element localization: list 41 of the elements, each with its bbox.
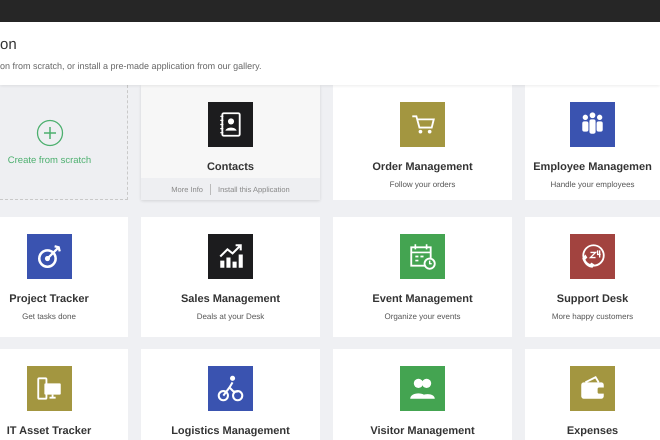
create-label: Create from scratch xyxy=(8,154,92,166)
app-description: Deals at your Desk xyxy=(196,312,264,321)
wallet-icon xyxy=(570,366,615,411)
app-title: Expenses xyxy=(566,425,618,437)
app-card[interactable]: Visitor Management xyxy=(333,349,512,440)
app-card[interactable]: Sales Management Deals at your Desk xyxy=(141,217,320,337)
target-icon xyxy=(26,234,72,279)
app-card[interactable]: Employee Managemen Handle your employees xyxy=(525,85,660,200)
app-title: Project Tracker xyxy=(9,293,89,305)
contact-book-icon xyxy=(208,102,253,147)
app-title: IT Asset Tracker xyxy=(6,425,92,437)
app-description: Handle your employees xyxy=(550,180,635,189)
bicycle-icon xyxy=(208,366,253,411)
app-card[interactable]: Support Desk More happy customers xyxy=(525,217,660,337)
app-title: Order Management xyxy=(372,161,473,173)
app-description: More happy customers xyxy=(552,312,634,321)
cart-icon xyxy=(400,102,445,147)
people-icon xyxy=(400,366,445,411)
app-title: Employee Managemen xyxy=(533,161,652,173)
app-title: Visitor Management xyxy=(370,425,475,437)
page-subtitle: on from scratch, or install a pre-made application from our gallery. xyxy=(0,61,262,71)
app-description: Follow your orders xyxy=(390,180,456,189)
app-title: Support Desk xyxy=(556,293,628,305)
chart-icon xyxy=(208,234,253,279)
app-card[interactable]: Order Management Follow your orders xyxy=(333,85,512,200)
computer-icon xyxy=(26,366,72,411)
people-icon xyxy=(570,102,615,147)
app-card[interactable]: Logistics Management xyxy=(141,349,320,440)
page-title: on xyxy=(0,36,18,54)
calendar-icon xyxy=(400,234,445,279)
app-description: Organize your events xyxy=(384,312,461,321)
app-title: Logistics Management xyxy=(171,425,290,437)
plus-circle-icon xyxy=(36,118,64,146)
app-description: Get tasks done xyxy=(22,312,76,321)
app-card[interactable]: Event Management Organize your events xyxy=(333,217,512,337)
app-title: Event Management xyxy=(372,293,473,305)
app-card[interactable]: IT Asset Tracker xyxy=(0,349,128,440)
app-title: Sales Management xyxy=(180,293,280,305)
app-card[interactable]: Expenses xyxy=(525,349,660,440)
app-card[interactable]: Project Tracker Get tasks done xyxy=(0,217,128,337)
app-title: Contacts xyxy=(206,161,254,173)
